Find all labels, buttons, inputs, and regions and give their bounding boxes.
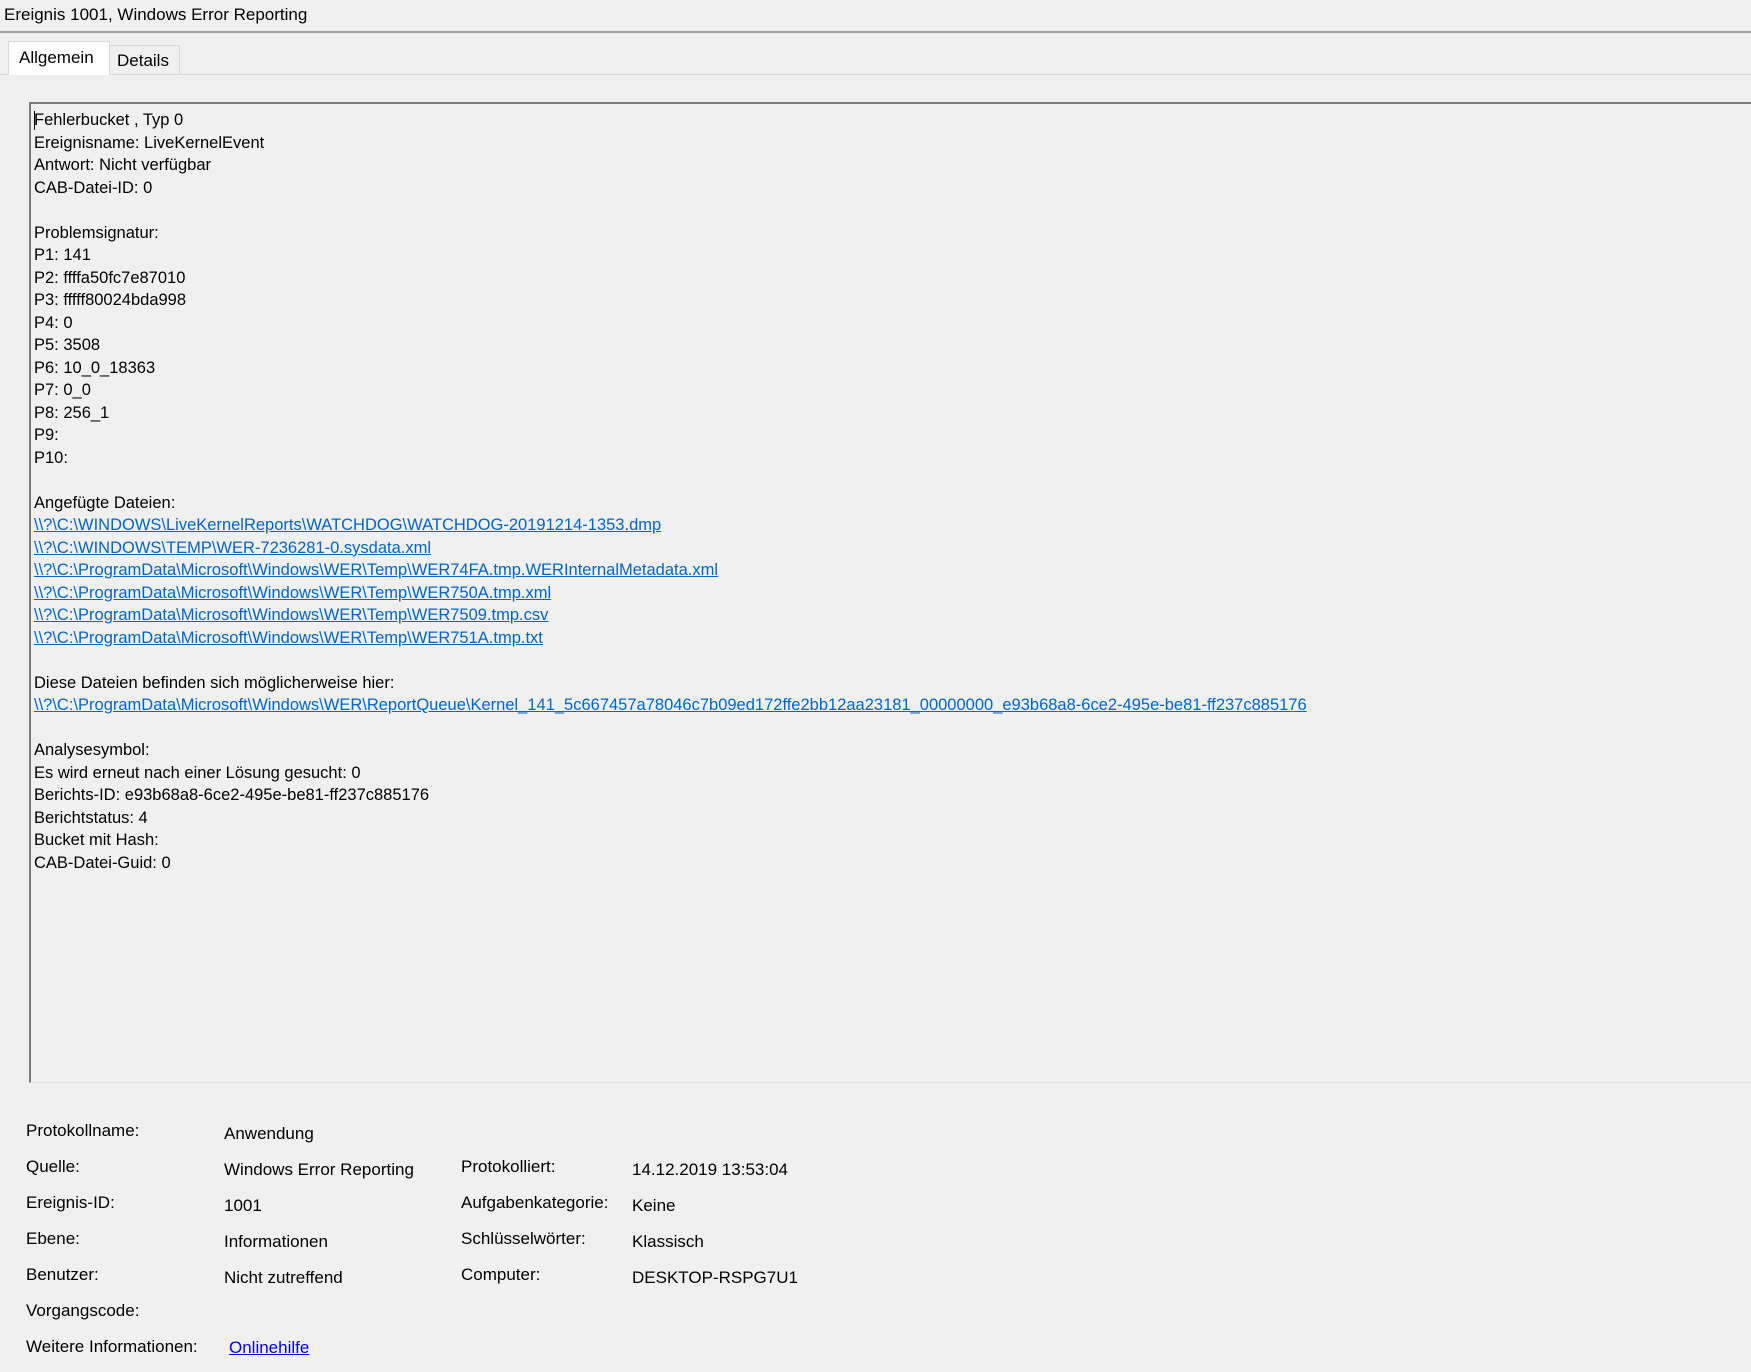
description-lines: Fehlerbucket , Typ 0 Ereignisname: LiveKe… (34, 109, 1307, 874)
benutzer-label: Benutzer: (26, 1265, 99, 1284)
tab-strip: Allgemein Details (0, 33, 1751, 76)
description-line: P8: 256_1 (34, 403, 110, 422)
ereignis-id-value[interactable]: 1001 (224, 1195, 262, 1217)
title-bar: Ereignis 1001, Windows Error Reporting (0, 0, 1751, 33)
description-line (34, 469, 1307, 492)
description-line (34, 649, 1307, 672)
description-line: P2: ffffa50fc7e87010 (34, 268, 186, 287)
description-line: P1: 141 (34, 246, 91, 264)
description-line: Berichtstatus: 4 (34, 808, 148, 827)
description-line: Antwort: Nicht verfügbar (34, 156, 211, 174)
event-properties-window: Ereignis 1001, Windows Error Reporting A… (0, 0, 1751, 1372)
attached-file-link[interactable]: \\?\C:\ProgramData\Microsoft\Windows\WER… (34, 604, 1307, 627)
description-line (34, 199, 1307, 222)
onlinehilfe-link[interactable]: Onlinehilfe (229, 1337, 309, 1359)
tab-allgemein[interactable]: Allgemein (8, 41, 110, 75)
benutzer-value[interactable]: Nicht zutreffend (224, 1267, 343, 1289)
attached-file-link[interactable]: \\?\C:\ProgramData\Microsoft\Windows\WER… (34, 627, 1307, 650)
description-line: Es wird erneut nach einer Lösung gesucht… (34, 763, 361, 782)
quelle-value[interactable]: Windows Error Reporting (224, 1159, 414, 1181)
attached-file-link[interactable]: \\?\C:\ProgramData\Microsoft\Windows\WER… (34, 582, 1307, 605)
description-line: P7: 0_0 (34, 381, 91, 399)
window-title: Ereignis 1001, Windows Error Reporting (4, 5, 308, 24)
description-line: Diese Dateien befinden sich möglicherwei… (34, 673, 395, 692)
protokolliert-value[interactable]: 14.12.2019 13:53:04 (632, 1159, 788, 1181)
description-line: P6: 10_0_18363 (34, 358, 156, 377)
description-line: P9: (34, 426, 59, 444)
description-line: Ereignisname: LiveKernelEvent (34, 133, 265, 152)
description-line: Problemsignatur: (34, 223, 159, 242)
attached-file-link[interactable]: \\?\C:\ProgramData\Microsoft\Windows\WER… (34, 694, 1307, 717)
schluesselwoerter-label: Schlüsselwörter: (461, 1229, 586, 1248)
protokolliert-label: Protokolliert: (461, 1157, 556, 1176)
description-line: Analysesymbol: (34, 741, 150, 759)
computer-label: Computer: (461, 1265, 541, 1284)
ebene-label: Ebene: (26, 1229, 80, 1248)
description-line: Bucket mit Hash: (34, 831, 159, 849)
attached-file-link[interactable]: \\?\C:\ProgramData\Microsoft\Windows\WER… (34, 559, 1307, 582)
protokollname-label: Protokollname: (26, 1121, 140, 1140)
weitere-informationen-label: Weitere Informationen: (26, 1337, 198, 1356)
event-description-textbox[interactable]: Fehlerbucket , Typ 0 Ereignisname: LiveKe… (29, 102, 1751, 1083)
description-line: Berichts-ID: e93b68a8-6ce2-495e-be81-ff2… (34, 786, 430, 804)
ereignis-id-label: Ereignis-ID: (26, 1193, 115, 1212)
description-line (34, 717, 1307, 740)
ebene-value[interactable]: Informationen (224, 1231, 328, 1253)
description-line: P3: fffff80024bda998 (34, 291, 187, 309)
description-line: P5: 3508 (34, 336, 101, 354)
quelle-label: Quelle: (26, 1157, 80, 1176)
description-line: P4: 0 (34, 313, 73, 332)
description-line: CAB-Datei-ID: 0 (34, 178, 153, 197)
aufgabenkategorie-value[interactable]: Keine (632, 1195, 675, 1217)
description-line: Fehlerbucket , Typ 0 (34, 111, 184, 129)
vorgangscode-label: Vorgangscode: (26, 1301, 140, 1320)
attached-file-link[interactable]: \\?\C:\WINDOWS\TEMP\WER-7236281-0.sysdat… (34, 537, 1307, 560)
computer-value[interactable]: DESKTOP-RSPG7U1 (632, 1267, 798, 1289)
description-line: Angefügte Dateien: (34, 493, 176, 512)
aufgabenkategorie-label: Aufgabenkategorie: (461, 1193, 609, 1212)
description-line: CAB-Datei-Guid: 0 (34, 853, 171, 872)
description-line: P10: (34, 448, 68, 467)
attached-file-link[interactable]: \\?\C:\WINDOWS\LiveKernelReports\WATCHDO… (34, 514, 1307, 537)
tab-details[interactable]: Details (110, 45, 180, 75)
tab-panel-allgemein: Fehlerbucket , Typ 0 Ereignisname: LiveKe… (0, 74, 1751, 1372)
schluesselwoerter-value[interactable]: Klassisch (632, 1231, 704, 1253)
protokollname-value[interactable]: Anwendung (224, 1123, 314, 1145)
